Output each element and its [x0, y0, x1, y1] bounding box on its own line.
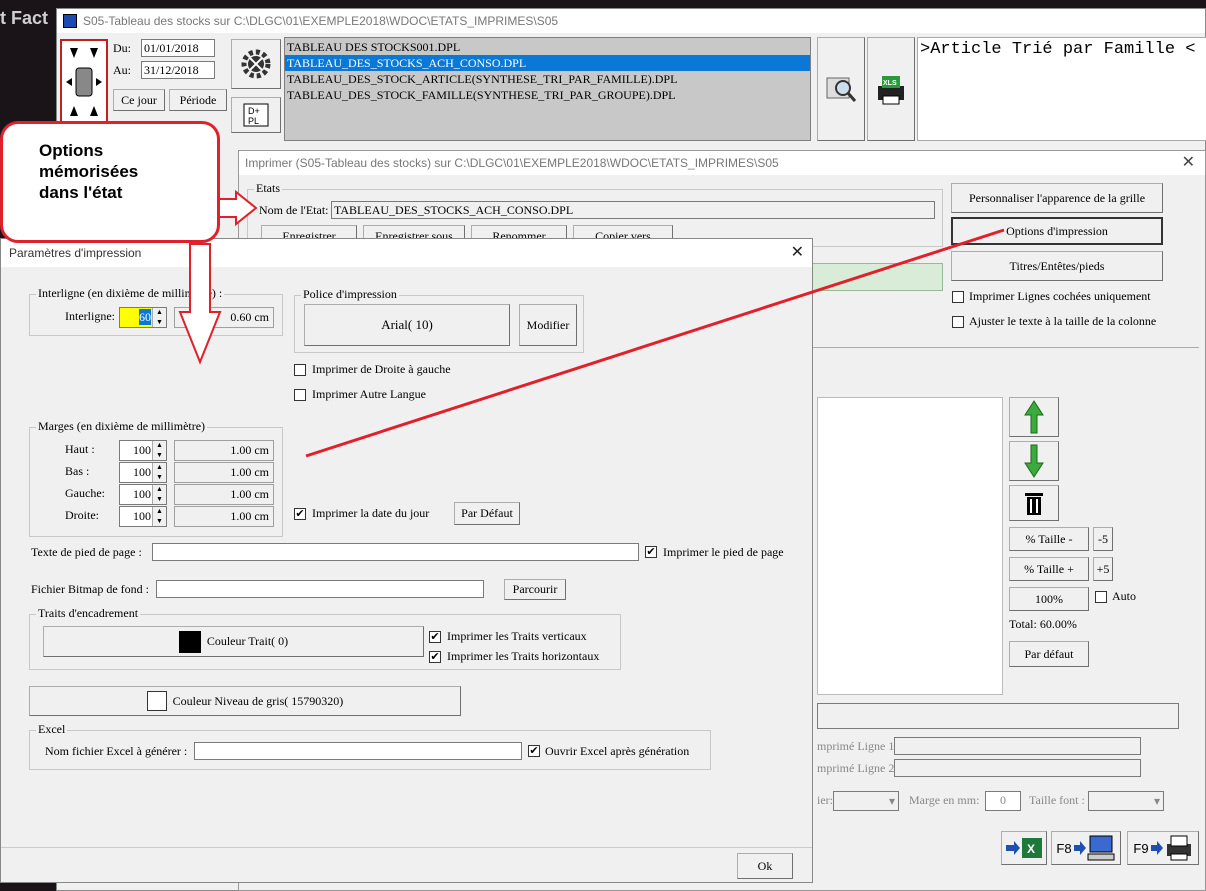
- callout-text: Options mémorisées dans l'état: [39, 141, 139, 202]
- down-arrow-shape: [178, 243, 222, 365]
- right-arrow-shape: [217, 189, 258, 227]
- callout-box: Options mémorisées dans l'état: [0, 121, 220, 243]
- pointer-line: [305, 228, 1005, 458]
